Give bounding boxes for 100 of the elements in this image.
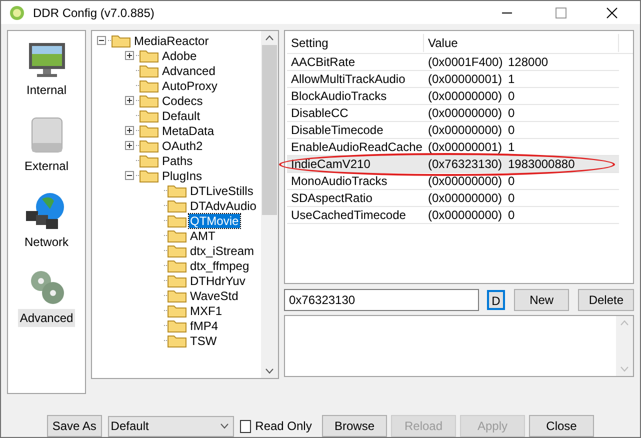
tree-item[interactable]: PlugIns [161,168,204,182]
table-cell-text: 0 [508,88,515,105]
minus-icon [126,172,132,179]
footer-button[interactable]: Browse [322,415,387,437]
folder-icon [167,304,187,318]
table-row[interactable]: AllowMultiTrackAudio (0x00000001) 1 [287,71,619,88]
tree-item[interactable]: fMP4 [189,318,220,332]
minus-icon [98,37,104,44]
folder-icon [139,48,159,62]
folder-icon [167,334,187,348]
tree-item[interactable]: MXF1 [189,304,224,318]
expand-toggle[interactable] [124,141,134,150]
table-cell-text: AACBitRate [290,54,356,71]
folder-icon [139,154,159,168]
read-only-label[interactable]: Read Only [255,417,318,435]
tree-item[interactable]: dtx_ffmpeg [189,258,250,272]
table-row[interactable]: DisableCC (0x00000000) 0 [287,105,619,122]
table-cell-text: 1983000880 [508,156,575,173]
table-cell-text: 1 [508,71,515,88]
app-logo-icon [9,4,25,20]
tree-item[interactable]: AMT [189,228,216,242]
tree-item[interactable]: AutoProxy [161,78,218,92]
table-cell-text: (0x76323130) [427,156,504,173]
table-cell-text: (0x00000000) [427,105,504,122]
table-cell-text: 0 [508,122,515,139]
folder-icon [139,138,159,152]
table-cell-text: IndieCamV210 [290,156,372,173]
folder-icon [167,244,187,258]
table-cell-text: (0x00000001) [427,71,504,88]
window-title: DDR Config (v7.0.885) [33,4,156,22]
save-as-button[interactable]: Save As [47,415,102,437]
tree-item[interactable]: Advanced [161,64,216,78]
table-row[interactable]: SDAspectRatio (0x00000000) 0 [287,190,619,207]
tree-item[interactable]: MediaReactor [133,34,210,48]
sidebar-item[interactable]: Internal [24,81,69,99]
footer-button[interactable]: Close [529,415,594,437]
table-row[interactable]: AACBitRate (0x0001F400) 128000 [287,54,619,71]
table-cell-text: (0x0001F400) [427,54,504,71]
plus-icon [126,127,132,134]
table-cell-text: 1 [508,139,515,156]
tree-item[interactable]: DTAdvAudio [189,198,258,212]
table-row[interactable]: BlockAudioTracks (0x00000000) 0 [287,88,619,105]
table-cell-text: 0 [508,190,515,207]
tree-item[interactable]: TSW [189,334,218,348]
tree-item[interactable]: Adobe [161,48,198,62]
plus-icon [126,52,132,59]
value-field[interactable]: 0x76323130 [284,289,480,311]
table-row[interactable]: MonoAudioTracks (0x00000000) 0 [287,173,619,190]
collapse-toggle[interactable] [124,171,134,180]
editor-button[interactable]: New [514,289,570,311]
folder-icon [167,214,187,228]
plus-icon [126,97,132,104]
expand-toggle[interactable] [124,126,134,135]
sidebar-item[interactable]: External [22,157,71,175]
column-header[interactable]: Value [424,34,619,52]
tree-item[interactable]: DTHdrYuv [189,274,246,288]
tree-item[interactable]: DTLiveStills [189,184,254,198]
table-cell-text: 0 [508,105,515,122]
table-cell-text: AllowMultiTrackAudio [290,71,406,88]
table-cell-text: UseCachedTimecode [290,207,407,224]
tree-item[interactable]: MetaData [161,124,216,138]
table-cell-text: DisableCC [290,105,350,122]
table-cell-text: 0 [508,173,515,190]
table-row[interactable]: DisableTimecode (0x00000000) 0 [287,122,619,139]
folder-icon [111,34,131,48]
table-cell-text: (0x00000000) [427,122,504,139]
table-cell-text: DisableTimecode [290,122,384,139]
tree-item[interactable]: Codecs [161,94,204,108]
tree-item[interactable]: WaveStd [189,288,240,302]
folder-icon [139,78,159,92]
expand-toggle[interactable] [124,51,134,60]
column-header[interactable]: Setting [287,34,424,52]
table-cell-text: (0x00000000) [427,173,504,190]
scrollbar[interactable] [261,31,278,378]
folder-icon [167,198,187,212]
table-cell-text: (0x00000001) [427,139,504,156]
table-cell-text: EnableAudioReadCache [290,139,424,156]
tree-item[interactable]: QTMovie [189,214,240,228]
read-only-checkbox[interactable] [240,420,252,432]
tree-item[interactable]: dtx_iStream [189,244,256,258]
expand-toggle[interactable] [124,96,134,105]
table-cell-text: SDAspectRatio [290,190,374,207]
folder-icon [139,124,159,138]
folder-icon [139,64,159,78]
tree-item[interactable]: OAuth2 [161,138,204,152]
table-cell-text: (0x00000000) [427,207,504,224]
folder-icon [139,94,159,108]
plus-icon [126,142,132,149]
table-cell-text: 128000 [508,54,548,71]
tree-item[interactable]: Default [161,108,202,122]
table-row[interactable]: UseCachedTimecode (0x00000000) 0 [287,207,619,224]
tree-item[interactable]: Paths [161,154,194,168]
profile-dropdown[interactable]: Default [108,416,234,436]
folder-icon [139,168,159,182]
editor-button[interactable]: Delete [578,289,634,311]
collapse-toggle[interactable] [96,36,106,45]
d-button[interactable]: D [487,290,505,310]
folder-icon [167,318,187,332]
sidebar-item[interactable]: Advanced [18,309,76,327]
sidebar-item[interactable]: Network [22,233,70,251]
